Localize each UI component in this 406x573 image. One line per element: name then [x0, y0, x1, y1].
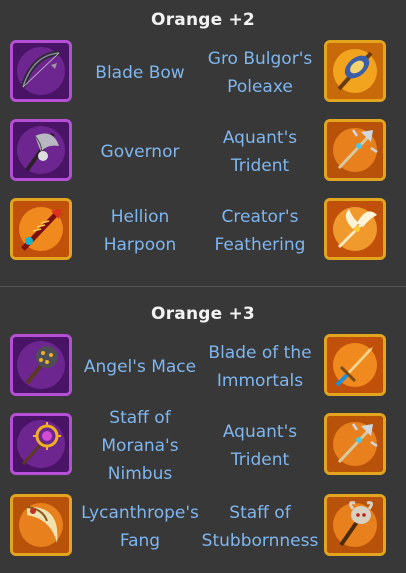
item-label: Aquant's Trident — [222, 128, 298, 176]
item-label: Staff of Stubbornness — [201, 503, 319, 551]
item-label: Blade of the Immortals — [208, 343, 312, 391]
section-title-orange-3: Orange +3 — [151, 304, 255, 324]
feathering-icon[interactable] — [324, 198, 386, 260]
sword-icon[interactable] — [324, 334, 386, 396]
item-row: Hellion Harpoon Creator's Feathering — [0, 198, 406, 268]
item-row: Staff of Morana's Nimbus Aquant's Triden… — [0, 408, 406, 484]
harpoon-icon[interactable] — [10, 198, 72, 260]
item-label: Blade Bow — [95, 63, 185, 83]
nimbus-staff-icon[interactable] — [10, 413, 72, 475]
item-label: Aquant's Trident — [222, 422, 298, 470]
trident-icon[interactable] — [324, 119, 386, 181]
item-label: Angel's Mace — [83, 357, 197, 377]
item-row: Blade Bow Gro Bulgor's Poleaxe — [0, 40, 406, 110]
section-title-orange-2: Orange +2 — [151, 10, 255, 30]
item-row: Lycanthrope's Fang Staff of Stubbornness — [0, 494, 406, 564]
poleaxe-icon[interactable] — [324, 40, 386, 102]
trident-icon[interactable] — [324, 413, 386, 475]
section-divider — [0, 286, 406, 287]
governor-axe-icon[interactable] — [10, 119, 72, 181]
item-label: Lycanthrope's Fang — [81, 503, 199, 551]
blade-bow-icon[interactable] — [10, 40, 72, 102]
stubborn-staff-icon[interactable] — [324, 494, 386, 556]
item-label: Gro Bulgor's Poleaxe — [207, 49, 313, 97]
fang-icon[interactable] — [10, 494, 72, 556]
item-label: Staff of Morana's Nimbus — [101, 408, 179, 484]
mace-icon[interactable] — [10, 334, 72, 396]
item-label: Creator's Feathering — [214, 207, 306, 255]
item-label: Hellion Harpoon — [103, 207, 177, 255]
item-row: Angel's Mace Blade of the Immortals — [0, 334, 406, 404]
item-label: Governor — [100, 142, 180, 162]
item-row: Governor Aquant's Trident — [0, 119, 406, 189]
